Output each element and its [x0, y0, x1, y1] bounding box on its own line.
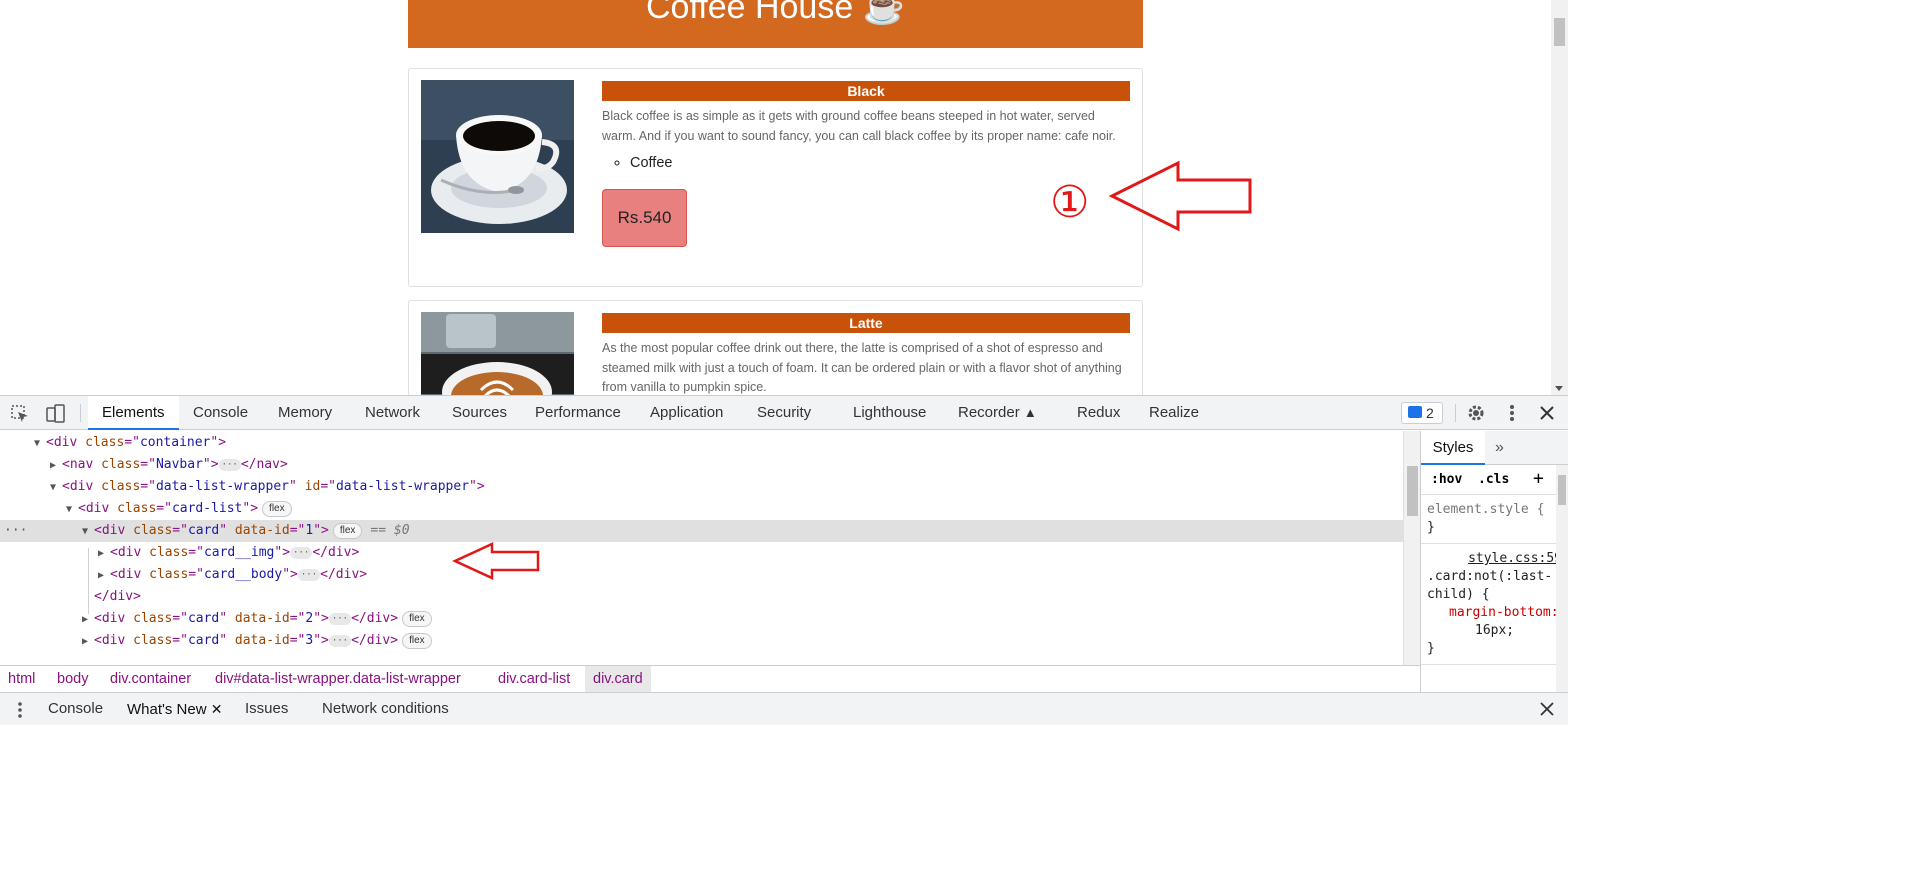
cls-toggle[interactable]: .cls [1478, 472, 1509, 487]
breadcrumb-item[interactable]: body [49, 666, 96, 693]
devtools-drawer: Console What's New ✕ Issues Network cond… [0, 692, 1568, 725]
elements-tree: ▼ <div class="container"> ▶ <nav class="Na… [0, 431, 1420, 665]
styles-scrollbar[interactable] [1556, 465, 1568, 692]
drawer-tab-network-conditions[interactable]: Network conditions [322, 693, 449, 725]
close-icon[interactable]: ✕ [211, 701, 223, 717]
drawer-tab-issues[interactable]: Issues [245, 693, 288, 725]
gear-icon[interactable] [1466, 403, 1486, 423]
flex-badge[interactable]: flex [332, 522, 363, 539]
dom-node-card-list[interactable]: ▼ <div class="card-list"> flex [66, 498, 292, 520]
page-title: Coffee House ☕ [645, 0, 906, 26]
flex-badge[interactable]: flex [402, 632, 432, 649]
dom-node-card-img[interactable]: ▶ <div class="card__img"> ··· </div> [98, 542, 359, 564]
tab-sources[interactable]: Sources [452, 396, 507, 430]
header-banner: Coffee House ☕ [408, 0, 1143, 48]
dom-node-card-body[interactable]: ▶ <div class="card__body"> ··· </div> [98, 564, 367, 586]
dom-node-card-2[interactable]: ▶ <div class="card" data-id="2"> ··· </div>… [82, 608, 432, 630]
breadcrumb-item[interactable]: html [0, 666, 43, 693]
dom-node-card-selected[interactable]: ··· ▼ <div class="card" data-id="1"> flex ==… [0, 520, 1403, 542]
card-tag-list: Coffee [602, 155, 1130, 171]
tab-redux[interactable]: Redux [1077, 396, 1120, 430]
breadcrumb-item[interactable]: div.card [585, 666, 651, 693]
devtools-toolbar: Elements Console Memory Network Sources … [0, 396, 1568, 430]
card-tag: Coffee [630, 155, 1130, 171]
card-title: Latte [602, 313, 1130, 333]
devtools-panel: Elements Console Memory Network Sources … [0, 395, 1568, 725]
chevron-right-icon[interactable]: » [1495, 431, 1504, 465]
close-icon[interactable] [1539, 405, 1555, 421]
flex-badge[interactable]: flex [262, 500, 292, 517]
close-drawer-icon[interactable] [1540, 702, 1554, 716]
tab-recorder[interactable]: Recorder ▲ [958, 396, 1037, 430]
coffee-image-black [421, 80, 574, 233]
tab-realize[interactable]: Realize [1149, 396, 1199, 430]
hov-toggle[interactable]: :hov [1431, 472, 1462, 487]
page-scrollbar[interactable] [1551, 0, 1568, 395]
breadcrumb-item[interactable]: div.card-list [490, 666, 578, 693]
elements-scrollbar[interactable] [1403, 431, 1420, 665]
tab-application[interactable]: Application [650, 396, 723, 430]
more-options-icon[interactable] [1505, 403, 1519, 423]
card-description: As the most popular coffee drink out the… [602, 341, 1122, 394]
tab-elements[interactable]: Elements [88, 396, 179, 430]
flex-badge[interactable]: flex [402, 610, 432, 627]
tab-lighthouse[interactable]: Lighthouse [853, 396, 926, 430]
dom-node-card-close[interactable]: </div> [94, 586, 141, 608]
coffee-image-latte [421, 312, 574, 395]
tab-network[interactable]: Network [365, 396, 420, 430]
tab-performance[interactable]: Performance [535, 396, 621, 430]
styles-filter-bar: :hov .cls + [1421, 465, 1568, 495]
message-icon [1408, 406, 1422, 418]
inspect-element-icon[interactable] [10, 404, 30, 424]
drawer-tab-whats-new[interactable]: What's New ✕ [127, 693, 222, 726]
flask-icon: ▲ [1023, 405, 1037, 420]
card-description: Black coffee is as simple as it gets wit… [602, 109, 1116, 143]
annotation-arrow-icon [1108, 160, 1252, 232]
breadcrumb: html body div.container div#data-list-wr… [0, 665, 1420, 693]
dom-node-card-3[interactable]: ▶ <div class="card" data-id="3"> ··· </div>… [82, 630, 432, 652]
styles-pane: Styles » :hov .cls + element.style { } s… [1420, 431, 1568, 692]
tab-console[interactable]: Console [193, 396, 248, 430]
drawer-tab-console[interactable]: Console [48, 693, 103, 725]
device-toolbar-icon[interactable] [44, 403, 66, 425]
breadcrumb-item[interactable]: div#data-list-wrapper.data-list-wrapper [207, 666, 469, 693]
coffee-card: Latte As the most popular coffee drink o… [408, 300, 1143, 395]
card-body: Latte As the most popular coffee drink o… [602, 313, 1130, 395]
add-rule-icon[interactable]: + [1533, 468, 1544, 489]
card-title: Black [602, 81, 1130, 101]
rule-source-link[interactable]: style.css:59 [1427, 550, 1562, 568]
breadcrumb-item[interactable]: div.container [102, 666, 199, 693]
coffee-card: Black Black coffee is as simple as it ge… [408, 68, 1143, 287]
page-viewport: Coffee House ☕ Black Black coffee is as … [0, 0, 1568, 395]
tab-styles[interactable]: Styles [1421, 431, 1485, 465]
annotation-marker: ① [1050, 177, 1090, 228]
annotation-arrow-icon [452, 542, 540, 580]
price-button[interactable]: Rs.540 [602, 189, 687, 247]
dom-node-data-list-wrapper[interactable]: ▼ <div class="data-list-wrapper" id="data… [50, 476, 485, 498]
tab-memory[interactable]: Memory [278, 396, 332, 430]
dom-node-navbar[interactable]: ▶ <nav class="Navbar"> ··· </nav> [50, 454, 288, 476]
dom-node-container[interactable]: ▼ <div class="container"> [34, 432, 226, 454]
css-rule: style.css:59 .card:not(:last-child) { ma… [1421, 544, 1568, 665]
element-style-rule: element.style { } [1421, 495, 1568, 544]
more-actions-icon[interactable]: ··· [0, 520, 82, 542]
tab-security[interactable]: Security [757, 396, 811, 430]
drawer-menu-icon[interactable] [14, 701, 26, 719]
issues-badge[interactable]: 2 [1401, 402, 1443, 424]
